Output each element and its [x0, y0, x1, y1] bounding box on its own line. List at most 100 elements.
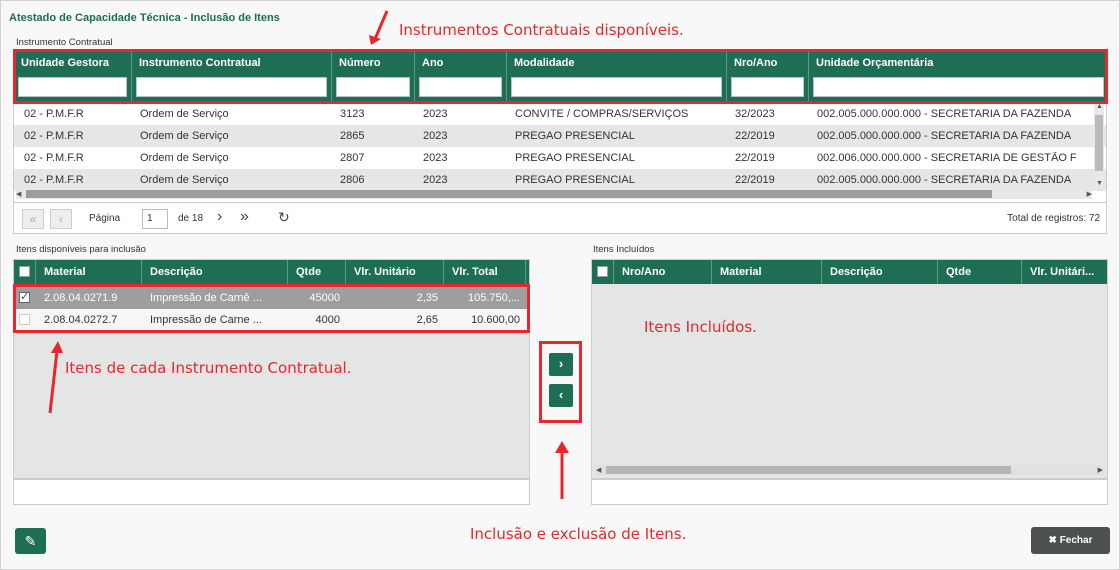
select-all-checkbox[interactable] [597, 266, 608, 277]
scroll-left-icon[interactable]: ◀ [596, 466, 601, 474]
scroll-right-icon[interactable]: ▶ [1087, 190, 1092, 198]
table-row[interactable]: 02 - P.M.F.R Ordem de Serviço 2865 2023 … [14, 125, 1106, 147]
column-label: Unidade Orçamentária [816, 57, 934, 69]
column-unidade-orcamentaria[interactable]: Unidade Orçamentária [809, 50, 1106, 101]
cell-unidade-orcamentaria: 002.005.000.000.000 - SECRETARIA DA FAZE… [817, 130, 1072, 142]
filter-nro-ano[interactable] [731, 77, 804, 97]
cell-nro-ano: 22/2019 [735, 130, 775, 142]
column-ano[interactable]: Ano [415, 50, 507, 101]
column-numero[interactable]: Número [332, 50, 415, 101]
available-items-label: Itens disponíveis para inclusão [16, 244, 146, 255]
scroll-thumb[interactable] [606, 466, 1011, 474]
column-qtde[interactable]: Qtde [288, 260, 346, 284]
column-label: Instrumento Contratual [139, 57, 261, 69]
close-icon: ✖ [1048, 535, 1057, 546]
cell-descricao: Impressão de Carne ... [150, 314, 262, 326]
table-row[interactable]: 02 - P.M.F.R Ordem de Serviço 2806 2023 … [14, 169, 1106, 191]
page-count: de 18 [178, 213, 204, 224]
next-page-icon[interactable]: › [217, 208, 222, 226]
column-nro-ano[interactable]: Nro/Ano [727, 50, 809, 101]
refresh-icon[interactable]: ↻ [278, 209, 290, 226]
included-items-header: Nro/Ano Material Descrição Qtde Vlr. Uni… [592, 260, 1107, 284]
column-nro-ano[interactable]: Nro/Ano [614, 260, 712, 284]
cell-nro-ano: 22/2019 [735, 174, 775, 186]
table-row[interactable]: 02 - P.M.F.R Ordem de Serviço 2807 2023 … [14, 147, 1106, 169]
column-vlr-unitario[interactable]: Vlr. Unitário [346, 260, 444, 284]
table-row[interactable]: ✓ 2.08.04.0271.9 Impressão de Carnê ... … [14, 287, 529, 309]
column-label: Vlr. Unitári... [1030, 266, 1095, 278]
include-item-button[interactable]: › [549, 353, 573, 376]
filter-ano[interactable] [419, 77, 502, 97]
cell-ano: 2023 [423, 130, 448, 142]
select-all-cell [14, 260, 36, 284]
column-material[interactable]: Material [36, 260, 142, 284]
cell-numero: 2865 [340, 130, 365, 142]
filter-unidade-orcamentaria[interactable] [813, 77, 1104, 97]
contract-section-label: Instrumento Contratual [16, 37, 113, 48]
annotation-arrow-contracts [369, 10, 389, 45]
page-input[interactable]: 1 [142, 209, 168, 229]
column-descricao[interactable]: Descrição [142, 260, 288, 284]
column-label: Unidade Gestora [21, 57, 110, 69]
annotation-items-per-contract: Itens de cada Instrumento Contratual. [65, 359, 352, 377]
annotation-contracts: Instrumentos Contratuais disponíveis. [399, 21, 684, 39]
filter-numero[interactable] [336, 77, 410, 97]
cell-vlr-total: 10.600,00 [471, 314, 520, 326]
cell-instrumento: Ordem de Serviço [140, 174, 229, 186]
column-descricao[interactable]: Descrição [822, 260, 938, 284]
cell-unidade-gestora: 02 - P.M.F.R [24, 174, 84, 186]
annotation-arrow-items [48, 341, 63, 414]
column-instrumento-contratual[interactable]: Instrumento Contratual [132, 50, 332, 101]
exclude-item-button[interactable]: ‹ [549, 384, 573, 407]
column-modalidade[interactable]: Modalidade [507, 50, 727, 101]
last-page-icon[interactable]: » [240, 208, 249, 226]
column-label: Ano [422, 57, 444, 69]
column-material[interactable]: Material [712, 260, 822, 284]
cell-qtde: 4000 [315, 314, 340, 326]
cell-material: 2.08.04.0271.9 [44, 292, 118, 304]
column-label: Descrição [830, 266, 883, 278]
annotation-arrow-move [555, 441, 569, 499]
table-row[interactable]: 2.08.04.0272.7 Impressão de Carne ... 40… [14, 309, 529, 331]
cell-qtde: 45000 [309, 292, 340, 304]
cell-unidade-orcamentaria: 002.005.000.000.000 - SECRETARIA DA FAZE… [817, 108, 1072, 120]
horizontal-scrollbar[interactable]: ◀ ▶ [596, 465, 1103, 475]
filter-unidade-gestora[interactable] [18, 77, 127, 97]
vertical-scrollbar[interactable]: ▲ ▼ [1094, 103, 1104, 187]
scroll-up-icon[interactable]: ▲ [1096, 103, 1103, 110]
previous-page-icon[interactable]: ‹ [50, 209, 72, 229]
scroll-thumb[interactable] [1095, 115, 1103, 171]
clear-button[interactable]: ✎ [15, 528, 46, 554]
scroll-thumb[interactable] [26, 190, 992, 198]
contracts-grid: Unidade Gestora Instrumento Contratual N… [13, 49, 1107, 203]
cell-numero: 3123 [340, 108, 365, 120]
first-page-icon[interactable]: « [22, 209, 44, 229]
row-checkbox[interactable]: ✓ [19, 291, 30, 303]
row-checkbox[interactable] [19, 314, 30, 325]
column-vlr-unitario[interactable]: Vlr. Unitári... [1022, 260, 1107, 284]
select-all-checkbox[interactable] [19, 266, 30, 277]
filter-instrumento-contratual[interactable] [136, 77, 327, 97]
cell-descricao: Impressão de Carnê ... [150, 292, 262, 304]
cell-numero: 2807 [340, 152, 365, 164]
close-button-label: Fechar [1059, 535, 1093, 546]
column-vlr-total[interactable]: Vlr. Total [444, 260, 526, 284]
column-unidade-gestora[interactable]: Unidade Gestora [14, 50, 132, 101]
cell-ano: 2023 [423, 108, 448, 120]
scroll-left-icon[interactable]: ◀ [16, 190, 21, 198]
horizontal-scrollbar[interactable]: ◀ ▶ [16, 189, 1092, 199]
cell-unidade-gestora: 02 - P.M.F.R [24, 152, 84, 164]
cell-vlr-unitario: 2,35 [416, 292, 438, 304]
available-items-header: Material Descrição Qtde Vlr. Unitário Vl… [14, 260, 529, 284]
close-button[interactable]: ✖ Fechar [1031, 527, 1110, 554]
column-label: Nro/Ano [622, 266, 666, 278]
column-qtde[interactable]: Qtde [938, 260, 1022, 284]
table-row[interactable]: 02 - P.M.F.R Ordem de Serviço 3123 2023 … [14, 103, 1106, 125]
scroll-down-icon[interactable]: ▼ [1096, 180, 1103, 187]
included-items-grid: Nro/Ano Material Descrição Qtde Vlr. Uni… [591, 259, 1108, 479]
cell-modalidade: PREGAO PRESENCIAL [515, 152, 635, 164]
filter-modalidade[interactable] [511, 77, 722, 97]
scroll-right-icon[interactable]: ▶ [1098, 466, 1103, 474]
select-all-cell [592, 260, 614, 284]
available-items-footer [13, 479, 530, 505]
